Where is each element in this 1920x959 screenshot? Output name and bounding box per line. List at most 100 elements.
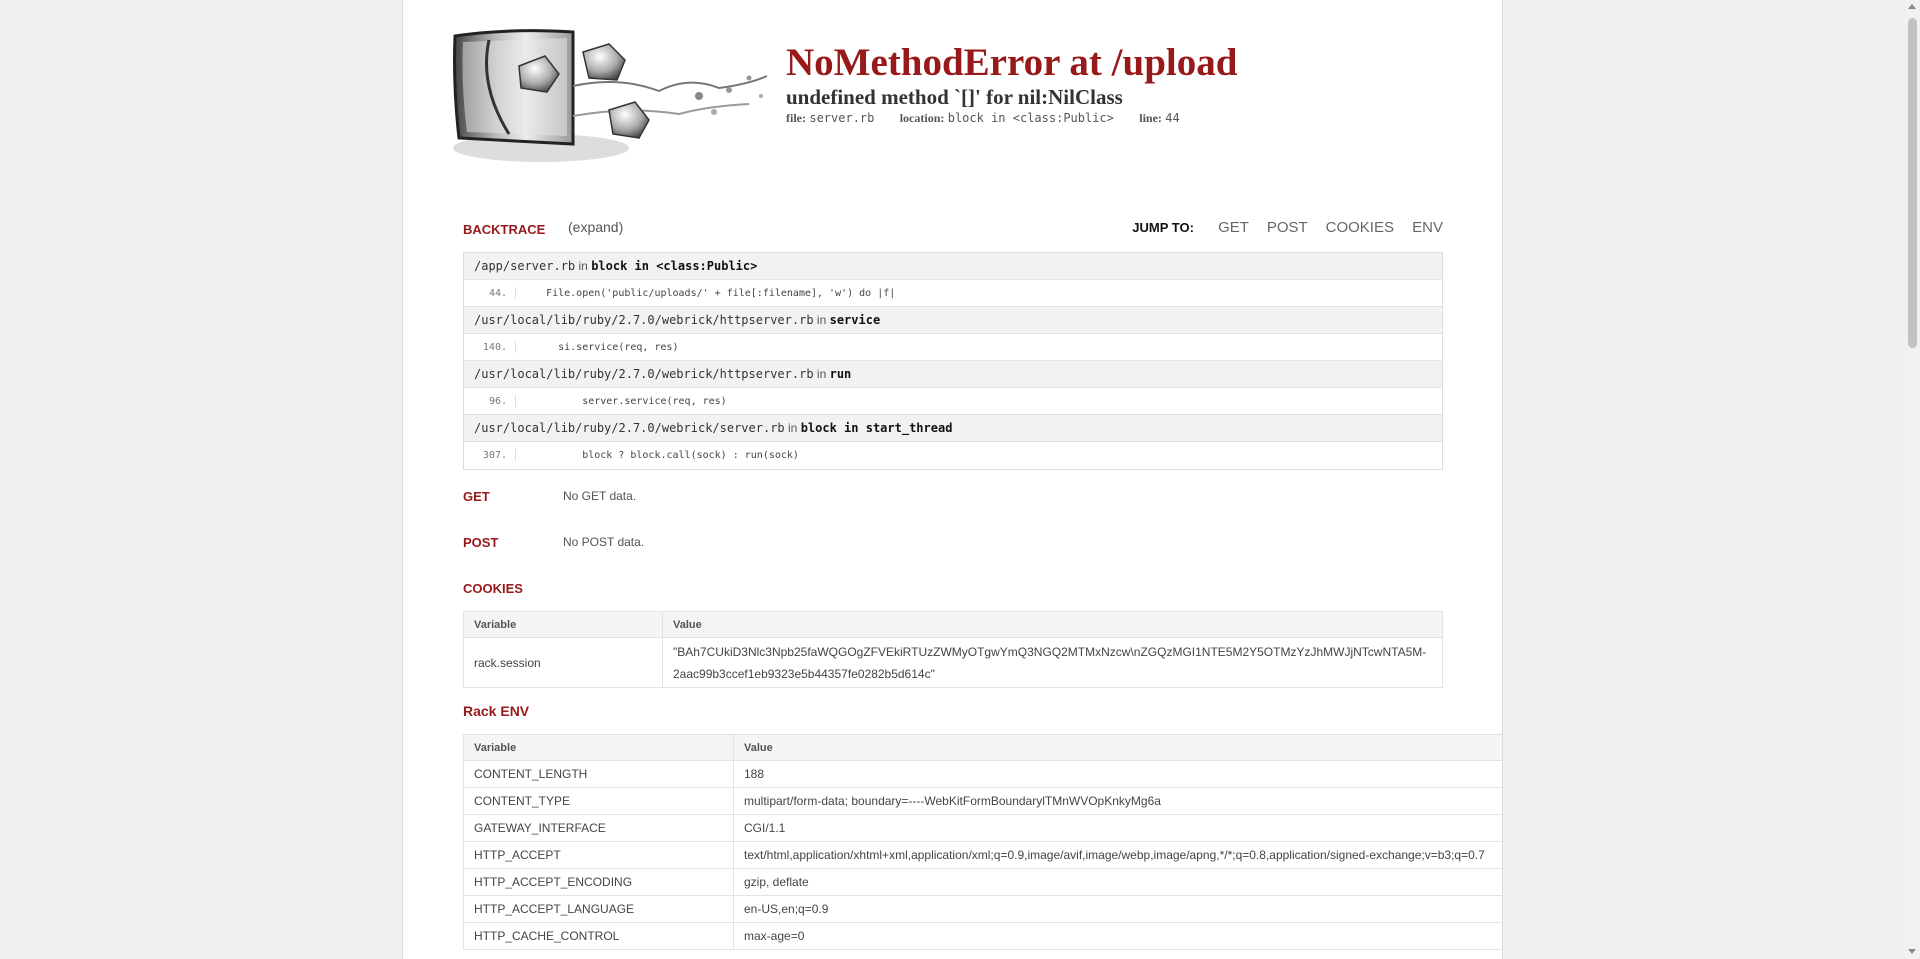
cookie-name: rack.session — [463, 637, 663, 688]
env-name: GATEWAY_INTERFACE — [463, 814, 734, 842]
table-row: rack.session "BAh7CUkiD3Nlc3Npb25faWQGOg… — [463, 637, 1443, 688]
jump-link-get[interactable]: GET — [1218, 219, 1249, 236]
frame-in: in — [578, 259, 588, 273]
line-number: 307. — [482, 450, 507, 461]
frame-code-line: 96. server.service(req, res) — [464, 388, 1442, 415]
get-note: No GET data. — [563, 489, 637, 503]
line-number: 96. — [488, 396, 507, 407]
line-number: 44. — [488, 288, 507, 299]
frame-method: block in <class:Public> — [591, 259, 758, 273]
col-variable: Variable — [463, 611, 663, 638]
code-text: server.service(req, res) — [522, 396, 727, 407]
frame-file: /app/server.rb — [474, 259, 576, 273]
table-row: GATEWAY_INTERFACE CGI/1.1 — [463, 814, 1502, 842]
error-location-meta: file: server.rb location: block in <clas… — [786, 111, 1237, 126]
frame-file: /usr/local/lib/ruby/2.7.0/webrick/httpse… — [474, 367, 814, 381]
frame-in: in — [816, 367, 827, 381]
divider — [515, 449, 516, 461]
error-summary: NoMethodError at /upload undefined metho… — [786, 40, 1237, 126]
post-note: No POST data. — [563, 535, 645, 549]
env-name: CONTENT_LENGTH — [463, 760, 734, 788]
cookies-heading: COOKIES — [463, 581, 523, 596]
table-header-row: Variable Value — [463, 611, 1443, 638]
line-value: 44 — [1165, 111, 1180, 125]
divider — [515, 287, 516, 299]
frame-method: service — [829, 313, 881, 327]
env-table: Variable Value CONTENT_LENGTH 188 CONTENT… — [463, 734, 1502, 950]
jump-link-cookies[interactable]: COOKIES — [1326, 219, 1394, 236]
cookie-value: "BAh7CUkiD3Nlc3Npb25faWQGOgZFVEkiRTUzZWM… — [662, 637, 1443, 688]
sinatra-glass-logo-icon — [453, 29, 768, 162]
backtrace-heading: BACKTRACE — [463, 222, 546, 237]
code-text: block ? block.call(sock) : run(sock) — [522, 450, 799, 461]
error-title: NoMethodError at /upload — [786, 41, 1238, 84]
frame-header[interactable]: /app/server.rb in block in <class:Public… — [464, 253, 1442, 280]
frame-method: run — [829, 367, 852, 381]
frame-file: /usr/local/lib/ruby/2.7.0/webrick/httpse… — [474, 313, 814, 327]
env-name: HTTP_ACCEPT — [463, 841, 734, 869]
file-label: file: — [786, 111, 806, 125]
location-value: block in <class:Public> — [947, 111, 1114, 125]
code-text: si.service(req, res) — [522, 342, 679, 353]
vertical-scrollbar[interactable] — [1905, 0, 1920, 959]
jump-to-label: JUMP TO: — [1132, 220, 1194, 235]
env-heading: Rack ENV — [463, 703, 530, 719]
frame-code-line: 307. block ? block.call(sock) : run(sock… — [464, 442, 1442, 469]
env-value: multipart/form-data; boundary=----WebKit… — [733, 787, 1502, 815]
env-value: CGI/1.1 — [733, 814, 1502, 842]
jump-link-env[interactable]: ENV — [1412, 219, 1443, 236]
env-name: HTTP_ACCEPT_ENCODING — [463, 868, 734, 896]
frame-header[interactable]: /usr/local/lib/ruby/2.7.0/webrick/httpse… — [464, 307, 1442, 334]
frame-in: in — [788, 421, 798, 435]
error-header: NoMethodError at /upload undefined metho… — [403, 0, 1502, 200]
frame-header[interactable]: /usr/local/lib/ruby/2.7.0/webrick/server… — [464, 415, 1442, 442]
file-value: server.rb — [809, 111, 875, 125]
frame-file: /usr/local/lib/ruby/2.7.0/webrick/server… — [474, 421, 785, 435]
col-value: Value — [662, 611, 1443, 638]
frame-header[interactable]: /usr/local/lib/ruby/2.7.0/webrick/httpse… — [464, 361, 1442, 388]
get-section: GET No GET data. — [463, 489, 636, 504]
table-row: HTTP_ACCEPT_LANGUAGE en-US,en;q=0.9 — [463, 895, 1502, 923]
col-value: Value — [733, 734, 1502, 761]
env-value: text/html,application/xhtml+xml,applicat… — [733, 841, 1502, 869]
post-section: POST No POST data. — [463, 535, 644, 550]
env-value: 188 — [733, 760, 1502, 788]
cookies-section: COOKIES — [463, 581, 523, 596]
line-number: 140. — [482, 342, 507, 353]
frame-method: block in start_thread — [800, 421, 953, 435]
env-name: HTTP_CACHE_CONTROL — [463, 922, 734, 950]
table-row: HTTP_ACCEPT_ENCODING gzip, deflate — [463, 868, 1502, 896]
env-section: Rack ENV — [463, 703, 529, 719]
get-heading: GET — [463, 489, 490, 504]
frame-in: in — [816, 313, 827, 327]
env-value: gzip, deflate — [733, 868, 1502, 896]
error-message: undefined method `[]' for nil:NilClass — [786, 85, 1123, 109]
backtrace-list: /app/server.rb in block in <class:Public… — [463, 252, 1443, 470]
jump-to-nav: JUMP TO: GET POST COOKIES ENV — [1132, 219, 1443, 236]
line-label: line: — [1139, 111, 1162, 125]
env-value: en-US,en;q=0.9 — [733, 895, 1502, 923]
divider — [515, 341, 516, 353]
frame-code-line: 140. si.service(req, res) — [464, 334, 1442, 361]
col-variable: Variable — [463, 734, 734, 761]
env-name: CONTENT_TYPE — [463, 787, 734, 815]
error-page: NoMethodError at /upload undefined metho… — [402, 0, 1503, 959]
location-label: location: — [899, 111, 945, 125]
expand-link[interactable]: (expand) — [568, 219, 623, 235]
env-value: max-age=0 — [733, 922, 1502, 950]
scroll-up-icon[interactable] — [1908, 4, 1916, 9]
code-text: File.open('public/uploads/' + file[:file… — [522, 288, 896, 299]
frame-code-line: 44. File.open('public/uploads/' + file[:… — [464, 280, 1442, 307]
scroll-thumb[interactable] — [1908, 18, 1917, 348]
scroll-down-icon[interactable] — [1908, 949, 1916, 954]
post-heading: POST — [463, 535, 499, 550]
table-row: HTTP_ACCEPT text/html,application/xhtml+x… — [463, 841, 1502, 869]
table-row: CONTENT_LENGTH 188 — [463, 760, 1502, 788]
table-row: CONTENT_TYPE multipart/form-data; boundar… — [463, 787, 1502, 815]
backtrace-bar: BACKTRACE (expand) JUMP TO: GET POST COO… — [463, 219, 1443, 242]
env-name: HTTP_ACCEPT_LANGUAGE — [463, 895, 734, 923]
table-header-row: Variable Value — [463, 734, 1502, 761]
table-row: HTTP_CACHE_CONTROL max-age=0 — [463, 922, 1502, 950]
jump-link-post[interactable]: POST — [1267, 219, 1308, 236]
cookies-table: Variable Value rack.session "BAh7CUkiD3N… — [463, 611, 1443, 688]
